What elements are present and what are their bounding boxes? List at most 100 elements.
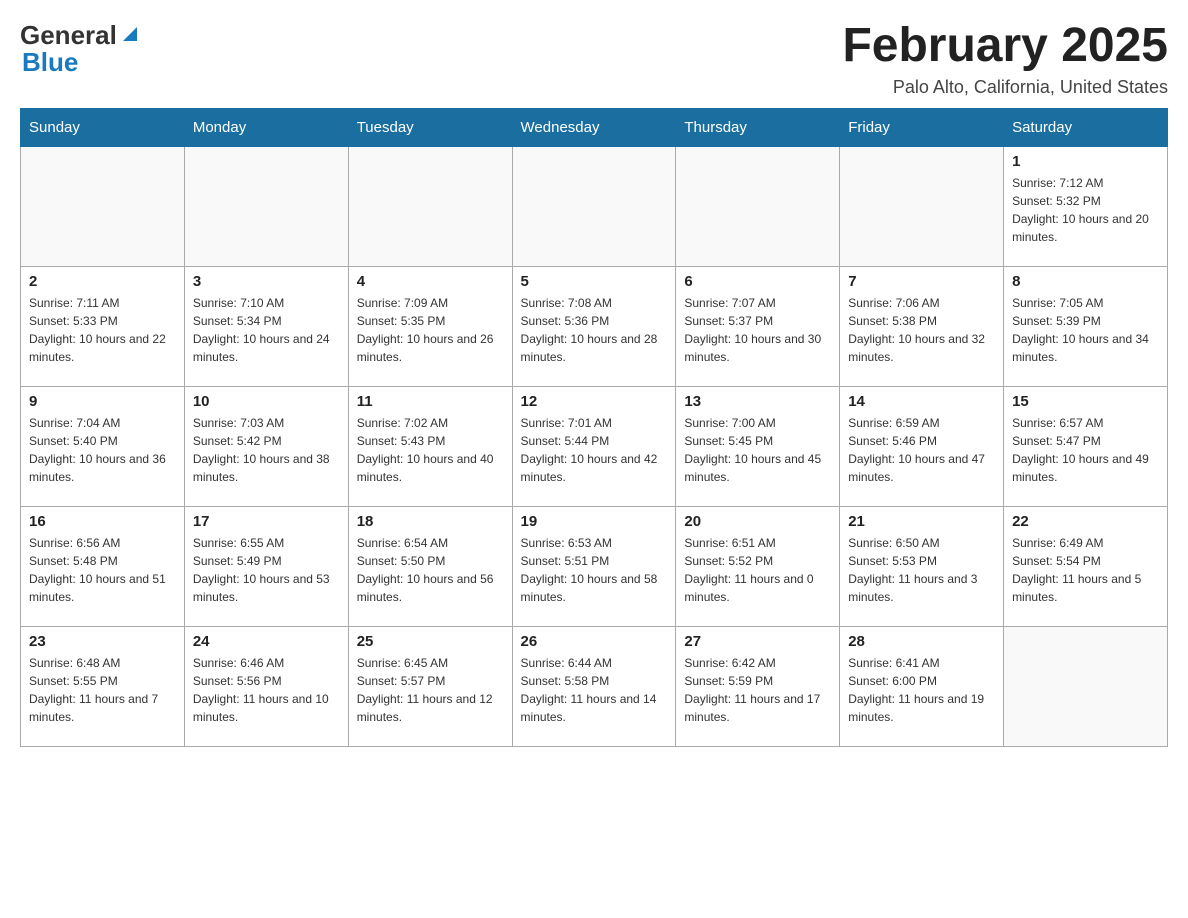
table-row: 27Sunrise: 6:42 AMSunset: 5:59 PMDayligh… <box>676 626 840 746</box>
table-row: 19 Sunrise: 6:53 AMSunset: 5:51 PMDayligh… <box>512 506 676 626</box>
day-info: Sunrise: 6:54 AMSunset: 5:50 PMDaylight:… <box>357 534 504 606</box>
table-row: 4 Sunrise: 7:09 AMSunset: 5:35 PMDaylight… <box>348 266 512 386</box>
day-number: 27 <box>684 633 831 650</box>
day-info: Sunrise: 6:48 AMSunset: 5:55 PMDaylight:… <box>29 654 176 726</box>
day-number: 20 <box>684 513 831 530</box>
day-number: 16 <box>29 513 176 530</box>
day-info: Sunrise: 7:10 AMSunset: 5:34 PMDaylight:… <box>193 294 340 366</box>
day-info: Sunrise: 7:02 AMSunset: 5:43 PMDaylight:… <box>357 414 504 486</box>
table-row: 8 Sunrise: 7:05 AMSunset: 5:39 PMDaylight… <box>1004 266 1168 386</box>
table-row: 15Sunrise: 6:57 AMSunset: 5:47 PMDayligh… <box>1004 386 1168 506</box>
day-info: Sunrise: 7:08 AMSunset: 5:36 PMDaylight:… <box>521 294 668 366</box>
table-row: 11Sunrise: 7:02 AMSunset: 5:43 PMDayligh… <box>348 386 512 506</box>
col-tuesday: Tuesday <box>348 108 512 146</box>
day-number: 3 <box>193 273 340 290</box>
day-number: 9 <box>29 393 176 410</box>
table-row <box>21 146 185 266</box>
table-row: 25 Sunrise: 6:45 AMSunset: 5:57 PMDayligh… <box>348 626 512 746</box>
day-number: 8 <box>1012 273 1159 290</box>
table-row: 13Sunrise: 7:00 AMSunset: 5:45 PMDayligh… <box>676 386 840 506</box>
calendar-table: Sunday Monday Tuesday Wednesday Thursday… <box>20 108 1168 747</box>
day-info: Sunrise: 7:06 AMSunset: 5:38 PMDaylight:… <box>848 294 995 366</box>
table-row: 1 Sunrise: 7:12 AMSunset: 5:32 PMDaylight… <box>1004 146 1168 266</box>
day-info: Sunrise: 7:05 AMSunset: 5:39 PMDaylight:… <box>1012 294 1159 366</box>
col-monday: Monday <box>184 108 348 146</box>
day-number: 22 <box>1012 513 1159 530</box>
table-row: 3 Sunrise: 7:10 AMSunset: 5:34 PMDaylight… <box>184 266 348 386</box>
table-row: 24 Sunrise: 6:46 AMSunset: 5:56 PMDayligh… <box>184 626 348 746</box>
day-number: 2 <box>29 273 176 290</box>
table-row: 5 Sunrise: 7:08 AMSunset: 5:36 PMDaylight… <box>512 266 676 386</box>
day-info: Sunrise: 6:59 AMSunset: 5:46 PMDaylight:… <box>848 414 995 486</box>
table-row: 21 Sunrise: 6:50 AMSunset: 5:53 PMDayligh… <box>840 506 1004 626</box>
day-number: 25 <box>357 633 504 650</box>
table-row: 20 Sunrise: 6:51 AMSunset: 5:52 PMDayligh… <box>676 506 840 626</box>
logo-triangle-icon <box>119 23 141 45</box>
table-row: 17Sunrise: 6:55 AMSunset: 5:49 PMDayligh… <box>184 506 348 626</box>
table-row: 2 Sunrise: 7:11 AMSunset: 5:33 PMDaylight… <box>21 266 185 386</box>
page-header: General Blue February 2025 Palo Alto, Ca… <box>20 20 1168 98</box>
col-friday: Friday <box>840 108 1004 146</box>
calendar-header-row: Sunday Monday Tuesday Wednesday Thursday… <box>21 108 1168 146</box>
day-info: Sunrise: 7:12 AMSunset: 5:32 PMDaylight:… <box>1012 174 1159 246</box>
table-row: 7 Sunrise: 7:06 AMSunset: 5:38 PMDaylight… <box>840 266 1004 386</box>
table-row: 26 Sunrise: 6:44 AMSunset: 5:58 PMDayligh… <box>512 626 676 746</box>
day-info: Sunrise: 7:01 AMSunset: 5:44 PMDaylight:… <box>521 414 668 486</box>
day-info: Sunrise: 6:41 AMSunset: 6:00 PMDaylight:… <box>848 654 995 726</box>
day-info: Sunrise: 7:09 AMSunset: 5:35 PMDaylight:… <box>357 294 504 366</box>
day-number: 26 <box>521 633 668 650</box>
table-row <box>840 146 1004 266</box>
day-number: 6 <box>684 273 831 290</box>
day-number: 14 <box>848 393 995 410</box>
table-row: 12 Sunrise: 7:01 AMSunset: 5:44 PMDayligh… <box>512 386 676 506</box>
day-number: 4 <box>357 273 504 290</box>
day-number: 24 <box>193 633 340 650</box>
col-wednesday: Wednesday <box>512 108 676 146</box>
day-info: Sunrise: 6:56 AMSunset: 5:48 PMDaylight:… <box>29 534 176 606</box>
day-info: Sunrise: 7:03 AMSunset: 5:42 PMDaylight:… <box>193 414 340 486</box>
day-info: Sunrise: 6:51 AMSunset: 5:52 PMDaylight:… <box>684 534 831 606</box>
location: Palo Alto, California, United States <box>842 77 1168 98</box>
day-info: Sunrise: 6:50 AMSunset: 5:53 PMDaylight:… <box>848 534 995 606</box>
calendar-week-row: 16 Sunrise: 6:56 AMSunset: 5:48 PMDayligh… <box>21 506 1168 626</box>
table-row: 23 Sunrise: 6:48 AMSunset: 5:55 PMDayligh… <box>21 626 185 746</box>
day-number: 1 <box>1012 153 1159 170</box>
table-row: 6 Sunrise: 7:07 AMSunset: 5:37 PMDaylight… <box>676 266 840 386</box>
day-info: Sunrise: 7:07 AMSunset: 5:37 PMDaylight:… <box>684 294 831 366</box>
day-info: Sunrise: 6:45 AMSunset: 5:57 PMDaylight:… <box>357 654 504 726</box>
month-title: February 2025 <box>842 20 1168 73</box>
day-info: Sunrise: 6:49 AMSunset: 5:54 PMDaylight:… <box>1012 534 1159 606</box>
col-sunday: Sunday <box>21 108 185 146</box>
day-info: Sunrise: 6:53 AMSunset: 5:51 PMDaylight:… <box>521 534 668 606</box>
logo: General Blue <box>20 20 141 78</box>
day-number: 23 <box>29 633 176 650</box>
col-thursday: Thursday <box>676 108 840 146</box>
day-number: 12 <box>521 393 668 410</box>
calendar-week-row: 9 Sunrise: 7:04 AMSunset: 5:40 PMDaylight… <box>21 386 1168 506</box>
day-number: 21 <box>848 513 995 530</box>
table-row: 22 Sunrise: 6:49 AMSunset: 5:54 PMDayligh… <box>1004 506 1168 626</box>
table-row: 18 Sunrise: 6:54 AMSunset: 5:50 PMDayligh… <box>348 506 512 626</box>
day-info: Sunrise: 6:55 AMSunset: 5:49 PMDaylight:… <box>193 534 340 606</box>
day-number: 5 <box>521 273 668 290</box>
day-info: Sunrise: 6:46 AMSunset: 5:56 PMDaylight:… <box>193 654 340 726</box>
calendar-week-row: 23 Sunrise: 6:48 AMSunset: 5:55 PMDayligh… <box>21 626 1168 746</box>
day-info: Sunrise: 7:11 AMSunset: 5:33 PMDaylight:… <box>29 294 176 366</box>
col-saturday: Saturday <box>1004 108 1168 146</box>
title-section: February 2025 Palo Alto, California, Uni… <box>842 20 1168 98</box>
day-number: 28 <box>848 633 995 650</box>
day-info: Sunrise: 7:04 AMSunset: 5:40 PMDaylight:… <box>29 414 176 486</box>
table-row: 28 Sunrise: 6:41 AMSunset: 6:00 PMDayligh… <box>840 626 1004 746</box>
table-row: 10Sunrise: 7:03 AMSunset: 5:42 PMDayligh… <box>184 386 348 506</box>
logo-blue: Blue <box>22 47 78 78</box>
day-info: Sunrise: 6:44 AMSunset: 5:58 PMDaylight:… <box>521 654 668 726</box>
day-number: 13 <box>684 393 831 410</box>
day-number: 19 <box>521 513 668 530</box>
table-row: 14 Sunrise: 6:59 AMSunset: 5:46 PMDayligh… <box>840 386 1004 506</box>
day-number: 18 <box>357 513 504 530</box>
day-number: 7 <box>848 273 995 290</box>
table-row <box>512 146 676 266</box>
table-row <box>1004 626 1168 746</box>
day-number: 15 <box>1012 393 1159 410</box>
table-row <box>348 146 512 266</box>
